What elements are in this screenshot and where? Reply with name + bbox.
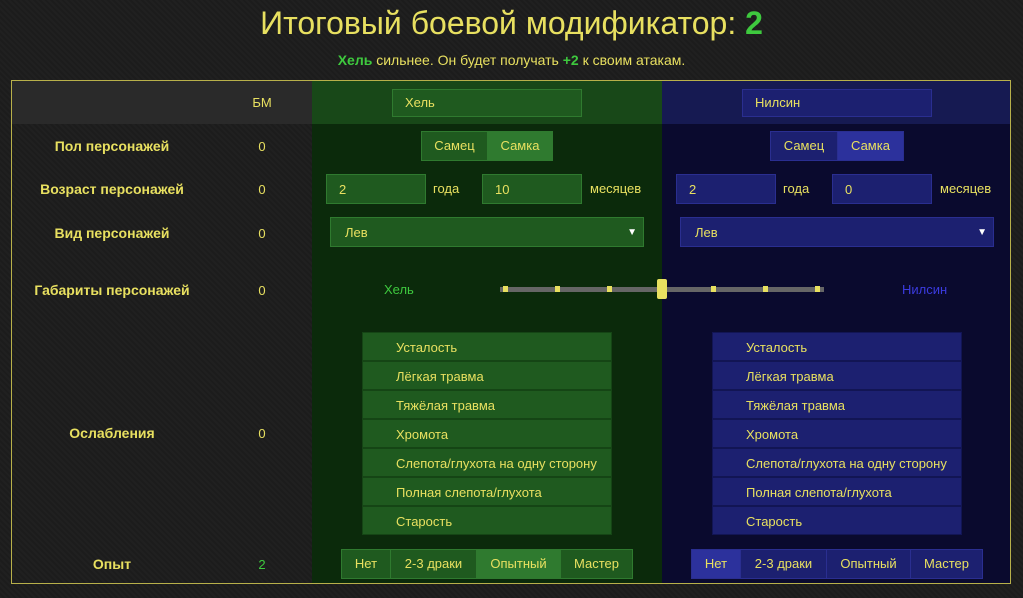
- species-label: Вид персонажей: [54, 225, 170, 241]
- right-species-value: Лев: [695, 225, 718, 240]
- species-bm: 0: [258, 226, 266, 241]
- left-age-months-input[interactable]: 10: [482, 174, 582, 204]
- size-bm: 0: [258, 283, 266, 298]
- right-exp-none-button[interactable]: Нет: [691, 549, 741, 579]
- left-weakness-item[interactable]: Полная слепота/глухота: [362, 477, 612, 506]
- slider-tick: [607, 286, 612, 292]
- gender-label: Пол персонажей: [54, 138, 170, 154]
- slider-tick: [711, 286, 716, 292]
- left-years-word: года: [433, 181, 460, 196]
- right-female-button[interactable]: Самка: [837, 131, 904, 161]
- left-female-button[interactable]: Самка: [487, 131, 553, 161]
- right-years-word: года: [783, 181, 810, 196]
- left-species-value: Лев: [345, 225, 368, 240]
- gender-bm: 0: [258, 139, 266, 154]
- summary-mid: сильнее. Он будет получать: [372, 52, 563, 68]
- right-weakness-item[interactable]: Полная слепота/глухота: [712, 477, 962, 506]
- result-summary: Хель сильнее. Он будет получать +2 к сво…: [0, 52, 1023, 68]
- right-age-months-input[interactable]: 0: [832, 174, 932, 204]
- left-weakness-item[interactable]: Хромота: [362, 419, 612, 448]
- right-species-select[interactable]: Лев ▼: [680, 217, 994, 247]
- right-weakness-list: Усталость Лёгкая травма Тяжёлая травма Х…: [712, 332, 962, 535]
- right-exp-master-button[interactable]: Мастер: [910, 549, 983, 579]
- right-weakness-item[interactable]: Хромота: [712, 419, 962, 448]
- right-weakness-item[interactable]: Лёгкая травма: [712, 361, 962, 390]
- left-age-years-input[interactable]: 2: [326, 174, 426, 204]
- experience-bm: 2: [258, 557, 266, 572]
- right-name-input[interactable]: Нилсин: [742, 89, 932, 117]
- chevron-down-icon: ▼: [977, 227, 987, 238]
- left-weakness-item[interactable]: Тяжёлая травма: [362, 390, 612, 419]
- left-exp-fights-button[interactable]: 2-3 драки: [390, 549, 477, 579]
- left-exp-experienced-button[interactable]: Опытный: [476, 549, 561, 579]
- page-title: Итоговый боевой модификатор: 2: [0, 0, 1023, 46]
- slider-tick: [555, 286, 560, 292]
- age-bm: 0: [258, 182, 266, 197]
- weakness-bm: 0: [258, 426, 266, 441]
- total-modifier-value: 2: [745, 5, 763, 41]
- left-weakness-item[interactable]: Слепота/глухота на одну сторону: [362, 448, 612, 477]
- right-months-word: месяцев: [940, 181, 992, 196]
- title-prefix: Итоговый боевой модификатор:: [260, 5, 737, 41]
- left-name-input[interactable]: Хель: [392, 89, 582, 117]
- right-male-button[interactable]: Самец: [770, 131, 838, 161]
- left-months-word: месяцев: [590, 181, 642, 196]
- right-age-years-input[interactable]: 2: [676, 174, 776, 204]
- right-weakness-item[interactable]: Слепота/глухота на одну сторону: [712, 448, 962, 477]
- size-right-name: Нилсин: [902, 282, 948, 297]
- experience-label: Опыт: [92, 556, 132, 572]
- size-slider-thumb[interactable]: [657, 279, 667, 299]
- bm-column-header: БМ: [252, 95, 272, 110]
- left-weakness-item[interactable]: Старость: [362, 506, 612, 535]
- slider-tick: [815, 286, 820, 292]
- left-male-button[interactable]: Самец: [421, 131, 488, 161]
- age-label: Возраст персонажей: [40, 181, 184, 197]
- summary-bonus: +2: [562, 52, 579, 68]
- summary-tail: к своим атакам.: [578, 52, 686, 68]
- left-exp-master-button[interactable]: Мастер: [560, 549, 633, 579]
- summary-winner: Хель: [337, 52, 373, 68]
- right-exp-fights-button[interactable]: 2-3 драки: [740, 549, 827, 579]
- right-weakness-item[interactable]: Усталость: [712, 332, 962, 361]
- slider-tick: [763, 286, 768, 292]
- right-exp-experienced-button[interactable]: Опытный: [826, 549, 911, 579]
- chevron-down-icon: ▼: [627, 227, 637, 238]
- left-weakness-list: Усталость Лёгкая травма Тяжёлая травма Х…: [362, 332, 612, 535]
- left-weakness-item[interactable]: Лёгкая травма: [362, 361, 612, 390]
- weakness-label: Ослабления: [69, 425, 155, 441]
- left-weakness-item[interactable]: Усталость: [362, 332, 612, 361]
- left-species-select[interactable]: Лев ▼: [330, 217, 644, 247]
- right-weakness-item[interactable]: Старость: [712, 506, 962, 535]
- size-left-name: Хель: [384, 282, 414, 297]
- left-exp-none-button[interactable]: Нет: [341, 549, 391, 579]
- right-weakness-item[interactable]: Тяжёлая травма: [712, 390, 962, 419]
- size-label: Габариты персонажей: [34, 282, 190, 298]
- slider-tick: [503, 286, 508, 292]
